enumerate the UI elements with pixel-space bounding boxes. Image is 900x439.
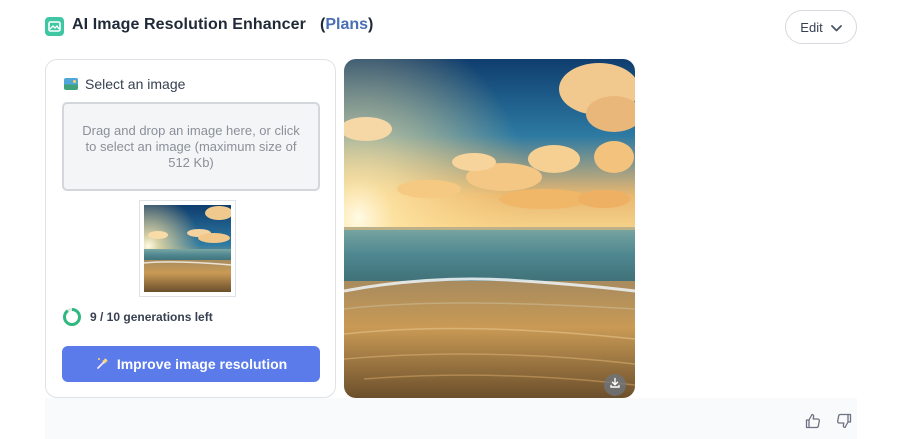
edit-button-label: Edit	[800, 19, 823, 35]
select-image-header: Select an image	[64, 76, 185, 92]
plans-link[interactable]: Plans	[325, 16, 368, 33]
thumbs-down-icon	[835, 412, 853, 430]
footer-band	[45, 398, 857, 439]
image-icon	[64, 78, 78, 90]
select-image-label: Select an image	[85, 76, 186, 92]
thumbs-up-icon	[804, 412, 822, 430]
plans-wrapper: (Plans)	[320, 16, 373, 34]
improve-resolution-button[interactable]: Improve image resolution	[62, 346, 320, 382]
dislike-button[interactable]	[832, 409, 856, 433]
chevron-down-icon	[830, 20, 842, 35]
uploaded-image-thumbnail	[139, 200, 236, 297]
app-title: AI Image Resolution Enhancer	[72, 16, 306, 33]
improve-resolution-label: Improve image resolution	[116, 356, 288, 372]
enhancer-app-icon	[45, 17, 64, 36]
download-button[interactable]	[604, 374, 626, 396]
magic-wand-icon	[95, 355, 111, 374]
plans-paren-close: )	[368, 16, 374, 33]
input-panel: Select an image Drag and drop an image h…	[45, 59, 336, 398]
quota-text: 9 / 10 generations left	[90, 310, 213, 324]
enhanced-image-result	[344, 59, 635, 398]
like-button[interactable]	[801, 409, 825, 433]
dropzone-text: Drag and drop an image here, or click to…	[82, 122, 300, 170]
download-icon	[609, 376, 621, 394]
edit-button[interactable]: Edit	[785, 10, 857, 44]
generation-quota: 9 / 10 generations left	[62, 307, 213, 327]
progress-ring-icon	[62, 307, 82, 327]
image-dropzone[interactable]: Drag and drop an image here, or click to…	[62, 102, 320, 191]
